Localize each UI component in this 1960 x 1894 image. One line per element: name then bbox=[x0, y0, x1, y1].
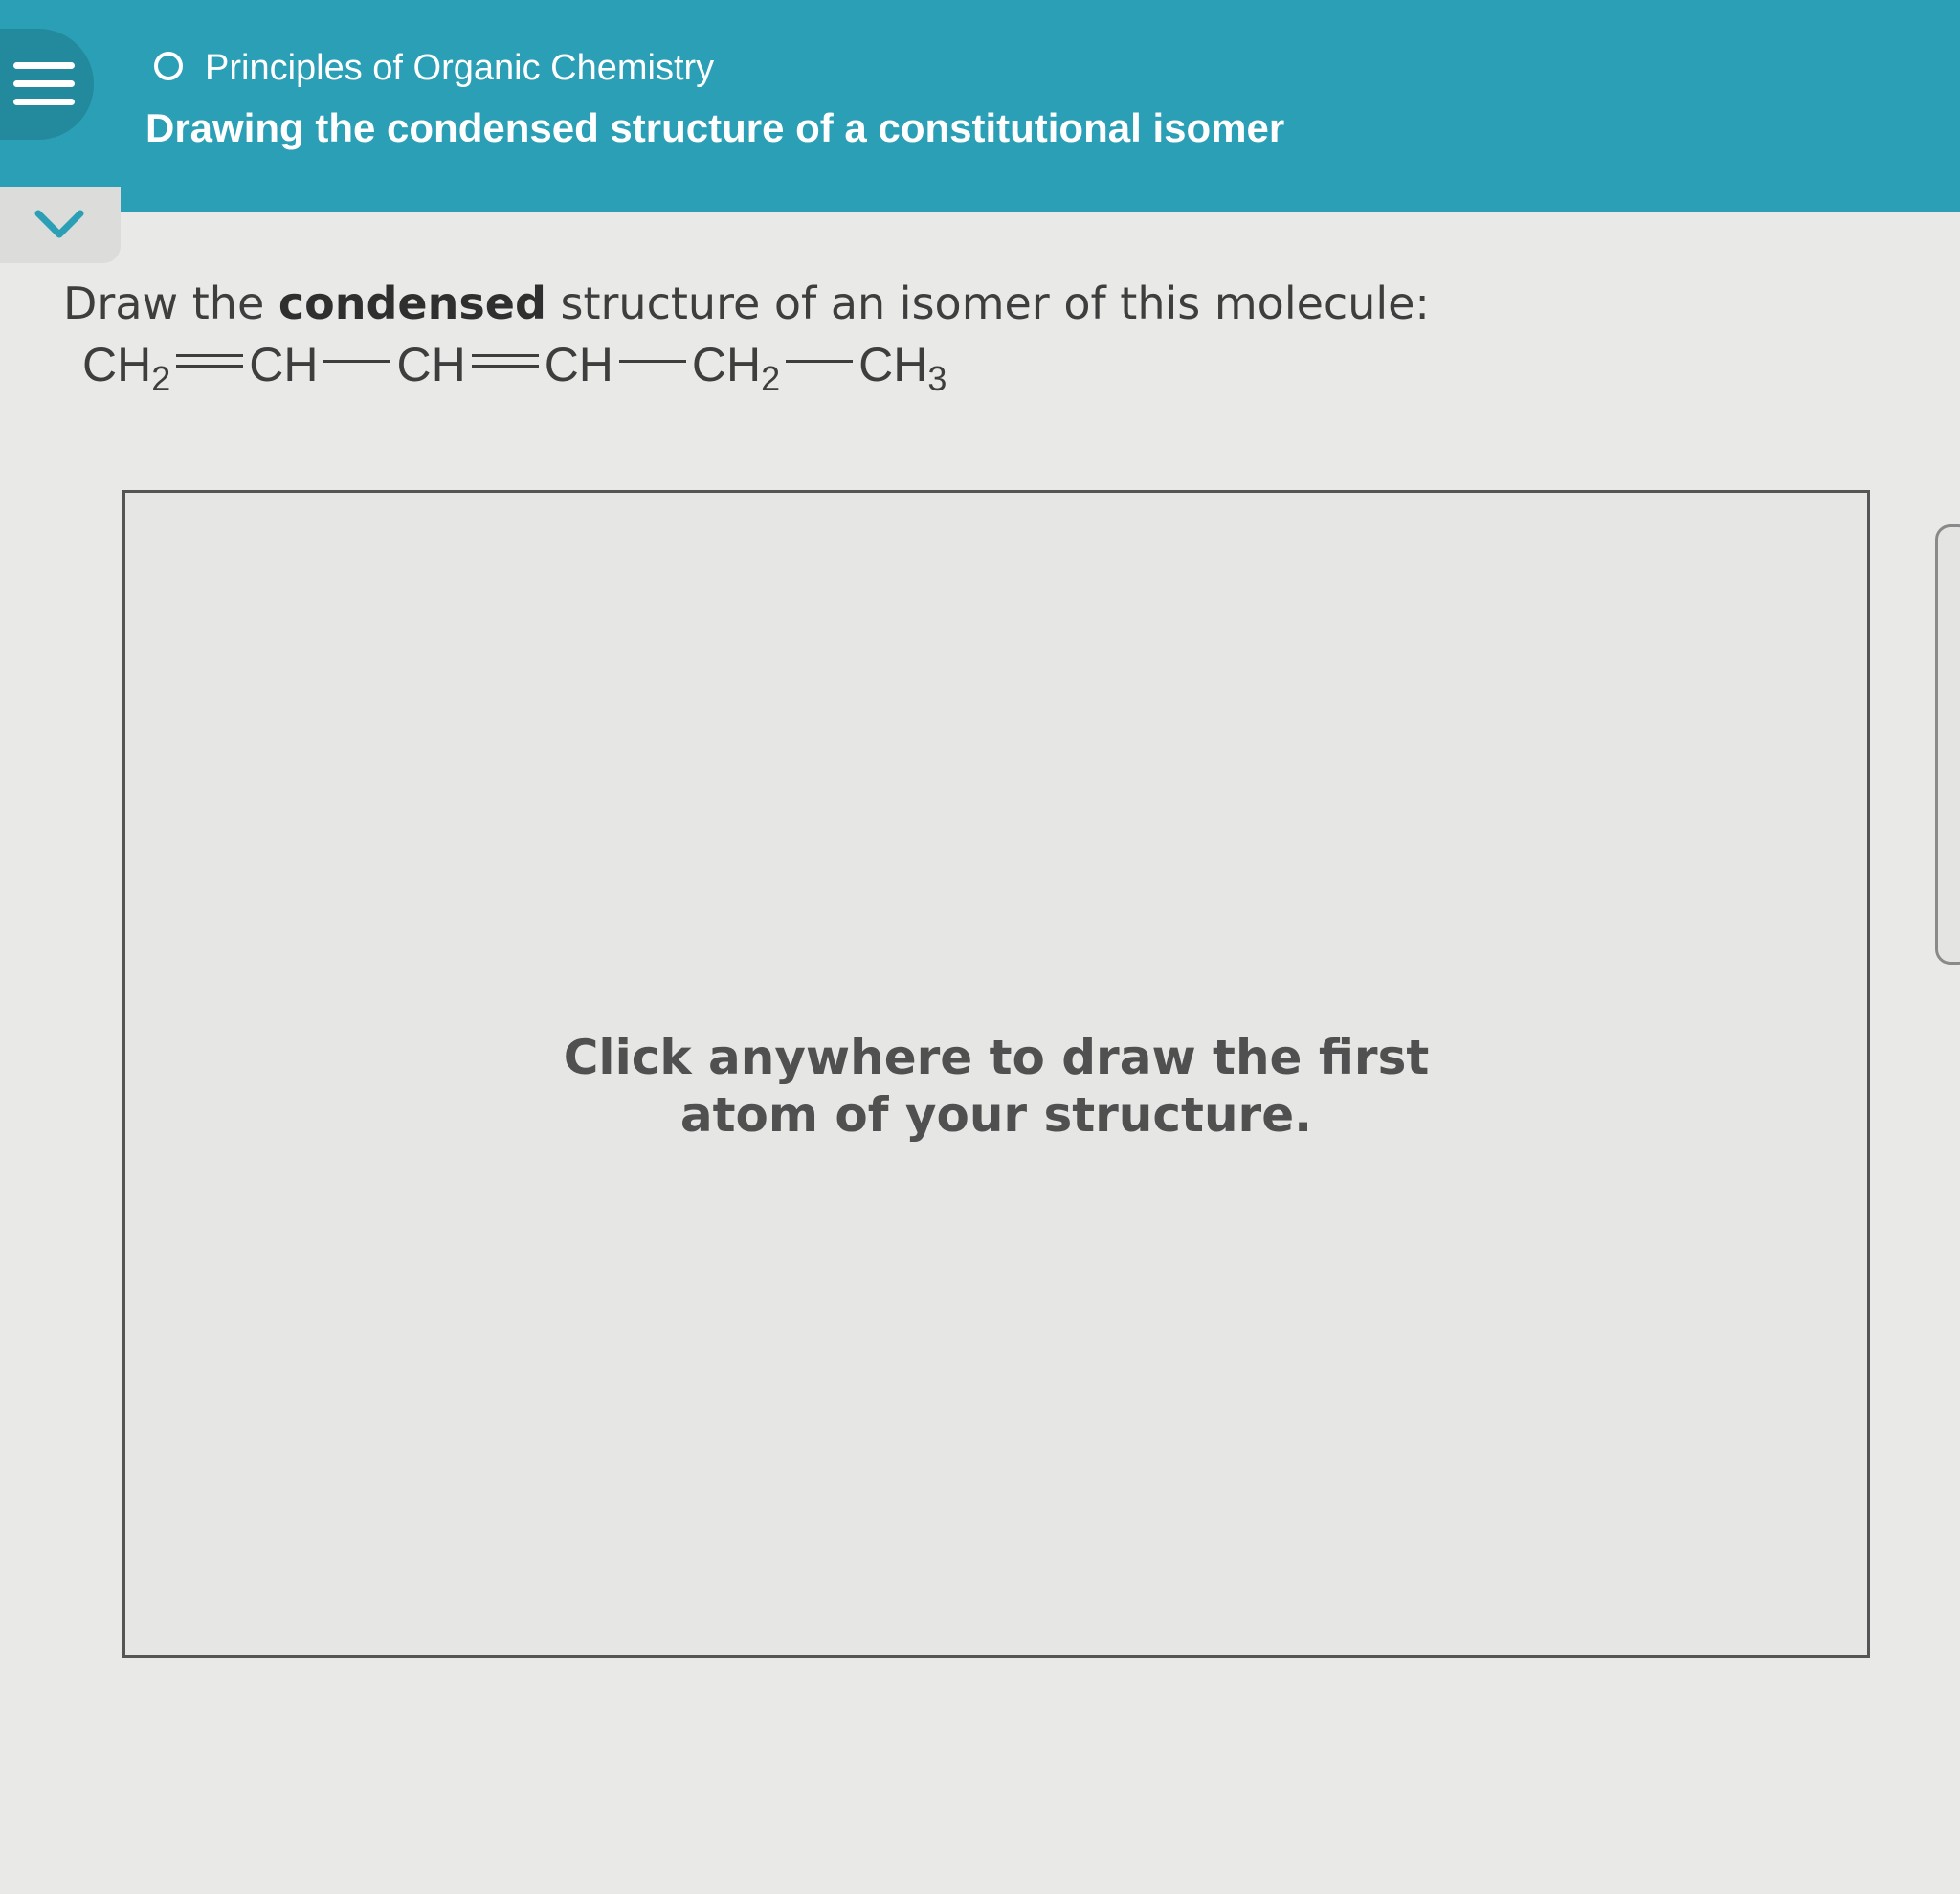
formula-atom: CH bbox=[691, 338, 762, 391]
formula-atom: CH bbox=[396, 338, 466, 391]
prompt-text: structure of an isomer of this molecule: bbox=[546, 278, 1430, 329]
formula-group: CH3 bbox=[858, 337, 947, 399]
drawing-canvas[interactable]: Click anywhere to draw the first atom of… bbox=[122, 490, 1870, 1658]
circle-outline-icon bbox=[154, 52, 183, 80]
double-bond bbox=[176, 354, 244, 368]
molecule-formula: CH2 CH CH CH CH2 CH3 bbox=[82, 337, 947, 399]
question-prompt: Draw the condensed structure of an isome… bbox=[63, 278, 1430, 329]
formula-atom: CH bbox=[858, 338, 928, 391]
formula-group: CH2 bbox=[692, 337, 780, 399]
side-panel-tab[interactable] bbox=[1935, 524, 1960, 965]
single-bond bbox=[786, 354, 854, 368]
formula-atom: CH bbox=[82, 338, 152, 391]
chevron-down-icon bbox=[34, 210, 84, 238]
formula-group: CH2 bbox=[82, 337, 170, 399]
header-bar: Principles of Organic Chemistry Drawing … bbox=[0, 0, 1960, 212]
canvas-hint-line: Click anywhere to draw the first bbox=[563, 1030, 1430, 1085]
collapse-toggle[interactable] bbox=[0, 187, 121, 263]
canvas-hint-line: atom of your structure. bbox=[679, 1087, 1313, 1143]
canvas-hint: Click anywhere to draw the first atom of… bbox=[125, 1029, 1867, 1144]
page-title: Drawing the condensed structure of a con… bbox=[145, 105, 1285, 150]
formula-group: CH bbox=[545, 337, 613, 392]
single-bond bbox=[618, 354, 686, 368]
prompt-text: Draw the bbox=[63, 278, 278, 329]
formula-subscript: 2 bbox=[151, 359, 171, 398]
topic-label: Principles of Organic Chemistry bbox=[205, 48, 715, 88]
hamburger-menu-icon bbox=[13, 62, 75, 69]
formula-subscript: 3 bbox=[927, 359, 947, 398]
single-bond bbox=[323, 354, 391, 368]
hamburger-menu-icon bbox=[13, 99, 75, 105]
hamburger-menu-icon bbox=[13, 80, 75, 87]
formula-atom: CH bbox=[544, 338, 613, 391]
prompt-bold-text: condensed bbox=[278, 278, 546, 329]
formula-subscript: 2 bbox=[761, 359, 781, 398]
formula-atom: CH bbox=[249, 338, 319, 391]
formula-group: CH bbox=[396, 337, 465, 392]
formula-group: CH bbox=[249, 337, 318, 392]
menu-button[interactable] bbox=[0, 29, 94, 140]
double-bond bbox=[471, 354, 539, 368]
